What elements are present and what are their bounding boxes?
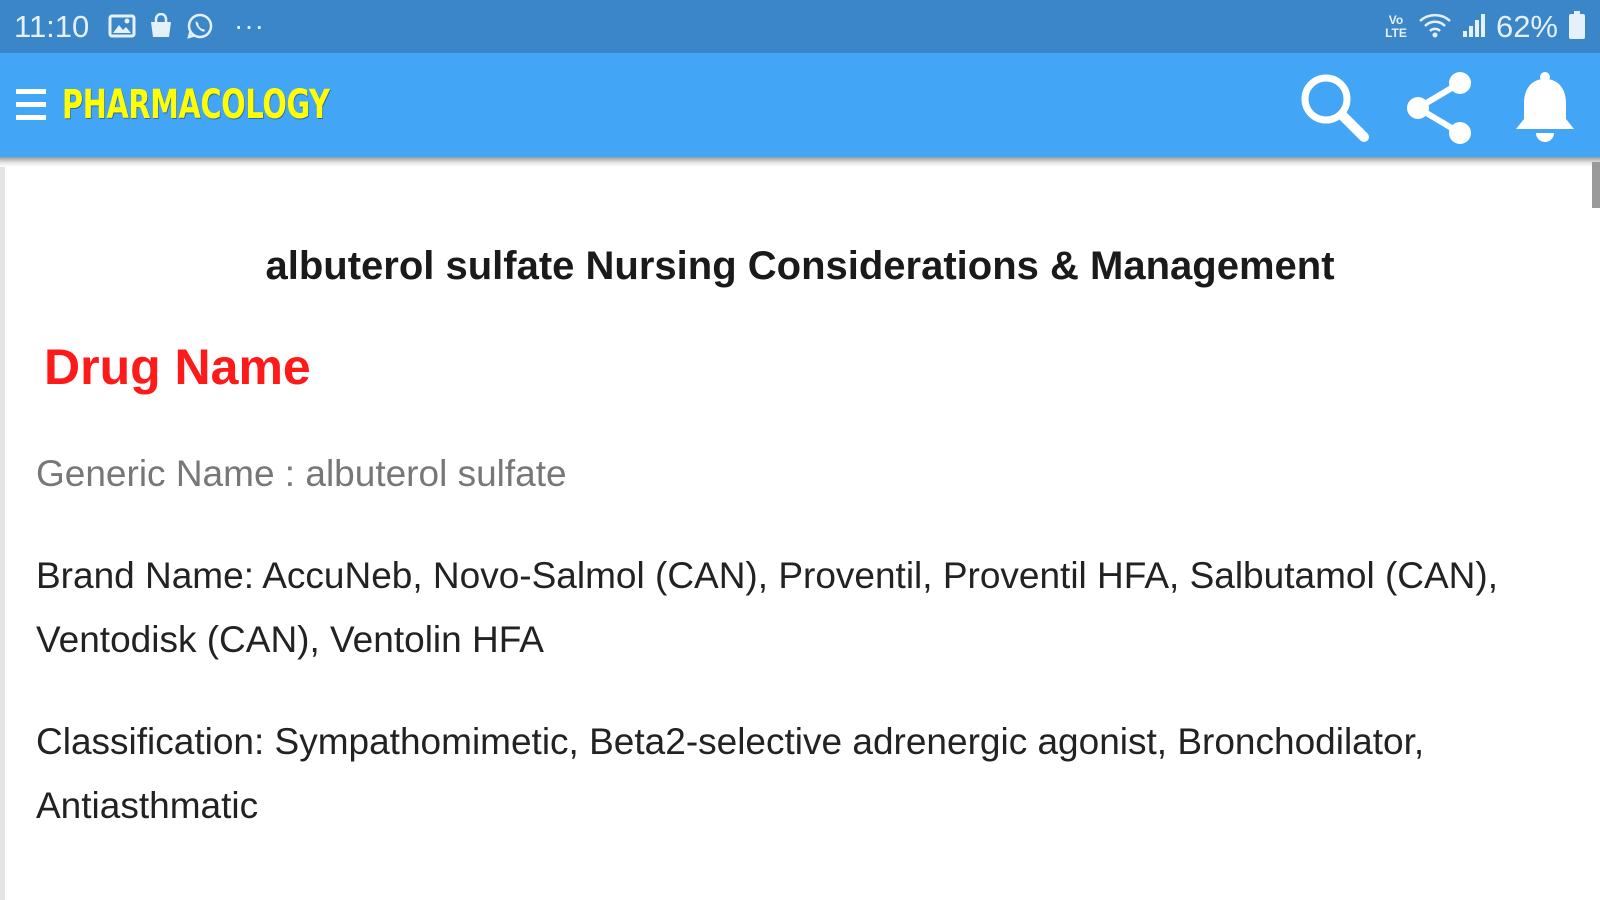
status-bar: 11:10 ··· Vo LTE 62% <box>0 0 1600 53</box>
share-icon[interactable] <box>1404 71 1478 145</box>
app-title: PHARMACOLOGY <box>62 82 330 128</box>
wifi-icon <box>1418 11 1452 44</box>
section-heading-drug-name: Drug Name <box>44 339 311 395</box>
app-bar-shadow <box>0 157 1600 167</box>
status-time: 11:10 <box>14 9 90 44</box>
menu-icon[interactable] <box>16 85 46 125</box>
page-title: albuterol sulfate Nursing Considerations… <box>265 244 1335 288</box>
gallery-icon <box>108 14 136 38</box>
bell-icon[interactable] <box>1508 71 1582 145</box>
battery-percent: 62% <box>1495 9 1558 44</box>
bag-icon <box>148 13 174 39</box>
battery-icon <box>1568 10 1586 45</box>
brand-name: Brand Name: AccuNeb, Novo-Salmol (CAN), … <box>36 555 1499 660</box>
system-status: Vo LTE 62% <box>1384 9 1586 45</box>
signal-icon <box>1462 11 1486 44</box>
generic-name: Generic Name : albuterol sulfate <box>36 453 567 494</box>
whatsapp-icon <box>186 12 214 40</box>
notification-icons: ··· <box>108 12 265 40</box>
volte-indicator: Vo LTE <box>1385 13 1407 40</box>
more-notifications: ··· <box>234 10 265 41</box>
scrollbar[interactable] <box>1592 162 1600 208</box>
classification: Classification: Sympathomimetic, Beta2-s… <box>36 721 1425 826</box>
app-bar: PHARMACOLOGY <box>0 53 1600 157</box>
search-icon[interactable] <box>1298 71 1372 145</box>
